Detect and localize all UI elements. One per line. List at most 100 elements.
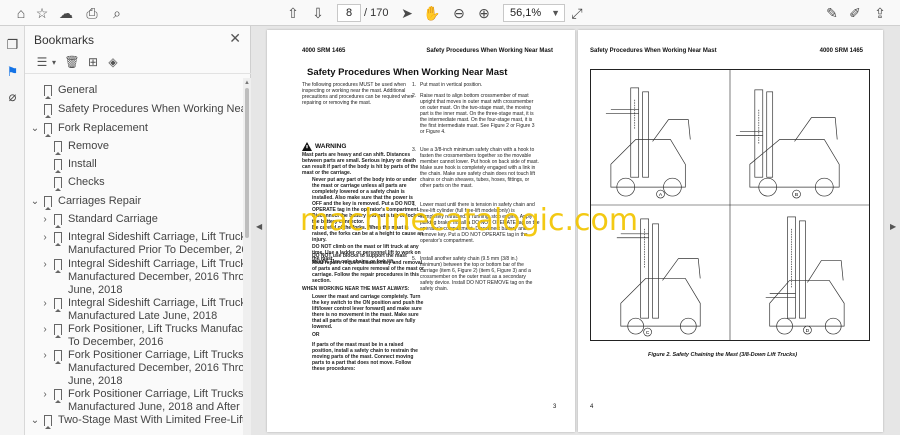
bookmark-icon	[44, 85, 52, 99]
bookmark-label: Install	[68, 158, 97, 170]
page-number-input[interactable]: 8	[337, 4, 361, 22]
bookmark-icon	[54, 214, 62, 228]
bookmarks-panel: Bookmarks ✕ ☰ ▾ 🗑 ⊞ ◈ General Safety Pro…	[25, 26, 251, 435]
bookmark-label: Integral Sideshift Carriage, Lift Trucks	[68, 231, 243, 243]
chevron-down-icon: ▼	[551, 8, 560, 18]
bookmark-icon	[54, 159, 62, 173]
step-3: Use a 3/8-inch minimum safety chain with…	[420, 147, 539, 189]
attachment-icon[interactable]: ⌀	[4, 88, 21, 105]
tag-icon[interactable]: ◈	[105, 54, 121, 70]
star-icon[interactable]: ☆	[32, 3, 52, 23]
bookmark-icon	[54, 350, 62, 364]
home-icon[interactable]: ⌂	[11, 3, 31, 23]
always-2: If parts of the mast must be in a raised…	[312, 342, 418, 372]
draw-icon[interactable]: ✐	[845, 3, 865, 23]
step-1: Put mast in vertical position.	[420, 82, 483, 88]
bookmark-label: Checks	[68, 176, 105, 188]
chevron-right-icon[interactable]: ›	[40, 323, 50, 336]
scroll-thumb[interactable]	[245, 88, 249, 238]
bookmark-label: Manufactured December, 2016 Through Late	[68, 362, 243, 374]
always-1: Lower the mast and carriage completely. …	[312, 294, 424, 330]
close-icon[interactable]: ✕	[229, 30, 241, 47]
bookmark-scrollbar[interactable]: ▲	[243, 78, 251, 435]
bookmark-icon[interactable]: ⚑	[4, 63, 21, 80]
bookmark-icon	[44, 123, 52, 137]
page-down-icon[interactable]: ⇩	[308, 3, 328, 23]
panel-title: Bookmarks	[34, 33, 95, 47]
bookmark-label: Manufactured June, 2018 and After	[68, 401, 240, 413]
cursor-icon[interactable]: ➤	[397, 3, 417, 23]
bookmark-label: Fork Positioner, Lift Trucks Manufacture…	[68, 323, 243, 335]
bookmark-icon	[54, 232, 62, 246]
bookmark-icon	[54, 259, 62, 273]
forklift-drawing-a	[605, 87, 691, 197]
bookmark-label: June, 2018	[68, 284, 123, 296]
chevron-down-icon[interactable]: ⌄	[30, 195, 40, 208]
collapse-right-icon[interactable]: ▶	[890, 222, 896, 231]
warning-icon	[302, 142, 312, 151]
search-icon[interactable]: ⌕	[107, 3, 127, 23]
bookmark-tree: General Safety Procedures When Working N…	[25, 78, 243, 435]
zoom-select[interactable]: 56,1% ▼	[503, 4, 565, 22]
bookmark-label: Manufactured Prior To December, 2016	[68, 244, 243, 256]
bookmark-label: Manufactured Late June, 2018	[68, 310, 218, 322]
delete-icon[interactable]: 🗑	[64, 54, 80, 70]
figure-label-b: B	[795, 192, 799, 198]
chevron-right-icon[interactable]: ›	[40, 297, 50, 310]
chevron-down-icon[interactable]: ⌄	[30, 122, 40, 135]
bookmark-label: Remove	[68, 140, 109, 152]
hand-icon[interactable]: ✋	[422, 3, 442, 23]
collapse-left-icon[interactable]: ◀	[256, 222, 262, 231]
bullet-2: Be careful of the forks. When the mast i…	[312, 225, 424, 243]
bookmark-label: Carriages Repair	[58, 195, 142, 207]
bookmark-toolbar: ☰ ▾ 🗑 ⊞ ◈	[25, 50, 251, 74]
share-icon[interactable]: ⇪	[870, 3, 890, 23]
page-up-icon[interactable]: ⇧	[283, 3, 303, 23]
upload-icon[interactable]: ☁	[56, 3, 76, 23]
chevron-right-icon[interactable]: ›	[40, 213, 50, 226]
page-header-right: Safety Procedures When Working Near Mast	[426, 48, 553, 54]
chevron-right-icon[interactable]: ›	[40, 349, 50, 362]
chevron-down-icon[interactable]: ▾	[46, 54, 62, 70]
chevron-right-icon[interactable]: ›	[40, 231, 50, 244]
bookmark-label: Safety Procedures When Working Near Mast	[58, 103, 243, 115]
bookmark-label: To December, 2016	[68, 336, 164, 348]
step-2: Raise mast to align bottom crossmember o…	[420, 93, 535, 135]
figure-label-d: D	[806, 328, 810, 334]
bookmark-label: Fork Positioner Carriage, Lift Trucks	[68, 388, 243, 400]
warning-text: Mast parts are heavy and can shift. Dist…	[302, 152, 419, 176]
zoom-in-icon[interactable]: ⊕	[474, 3, 494, 23]
fit-page-icon[interactable]: ⤢	[567, 3, 587, 23]
when-heading: WHEN WORKING NEAR THE MAST ALWAYS:	[302, 286, 410, 292]
page-number: 4	[590, 404, 594, 410]
forklift-drawing-b	[735, 89, 840, 197]
bullet-1: Never put any part of the body into or u…	[312, 177, 424, 225]
step-number: 4.	[412, 202, 417, 208]
figure-safety-chaining: A B C D	[590, 69, 870, 341]
figure-caption: Figure 2. Safety Chaining the Mast (3/8-…	[648, 352, 798, 358]
zoom-out-icon[interactable]: ⊖	[449, 3, 469, 23]
pages-icon[interactable]: ❐	[4, 36, 21, 53]
zoom-value: 56,1%	[510, 7, 542, 19]
page-header-left: Safety Procedures When Working Near Mast	[590, 48, 717, 54]
chevron-right-icon[interactable]: ›	[40, 388, 50, 401]
bookmark-label: June, 2018	[68, 375, 123, 387]
bookmark-label: Fork Positioner Carriage, Lift Trucks	[68, 349, 243, 361]
bookmark-label: Fork Replacement	[58, 122, 148, 134]
bookmark-icon	[54, 298, 62, 312]
bookmark-label: Integral Sideshift Carriage, Lift Trucks	[68, 297, 243, 309]
bookmark-label: General	[58, 84, 98, 96]
fill-sign-icon[interactable]: ✎	[822, 3, 842, 23]
step-4: Lower mast until there is tension in saf…	[420, 202, 540, 244]
scroll-up-icon[interactable]: ▲	[244, 80, 250, 86]
print-icon[interactable]: ⎙	[82, 3, 102, 23]
warning-label: WARNING	[315, 143, 347, 150]
chevron-right-icon[interactable]: ›	[40, 258, 50, 271]
bookmark-label: Integral Sideshift Carriage, Lift Trucks	[68, 258, 243, 270]
chevron-down-icon[interactable]: ⌄	[30, 414, 40, 427]
bullet-5: Mast repairs require disassembly and rem…	[312, 260, 424, 284]
page-header-left: 4000 SRM 1465	[302, 48, 346, 54]
step-number: 2.	[412, 93, 417, 99]
figure-label-a: A	[659, 192, 663, 198]
new-bookmark-icon[interactable]: ⊞	[85, 54, 101, 70]
